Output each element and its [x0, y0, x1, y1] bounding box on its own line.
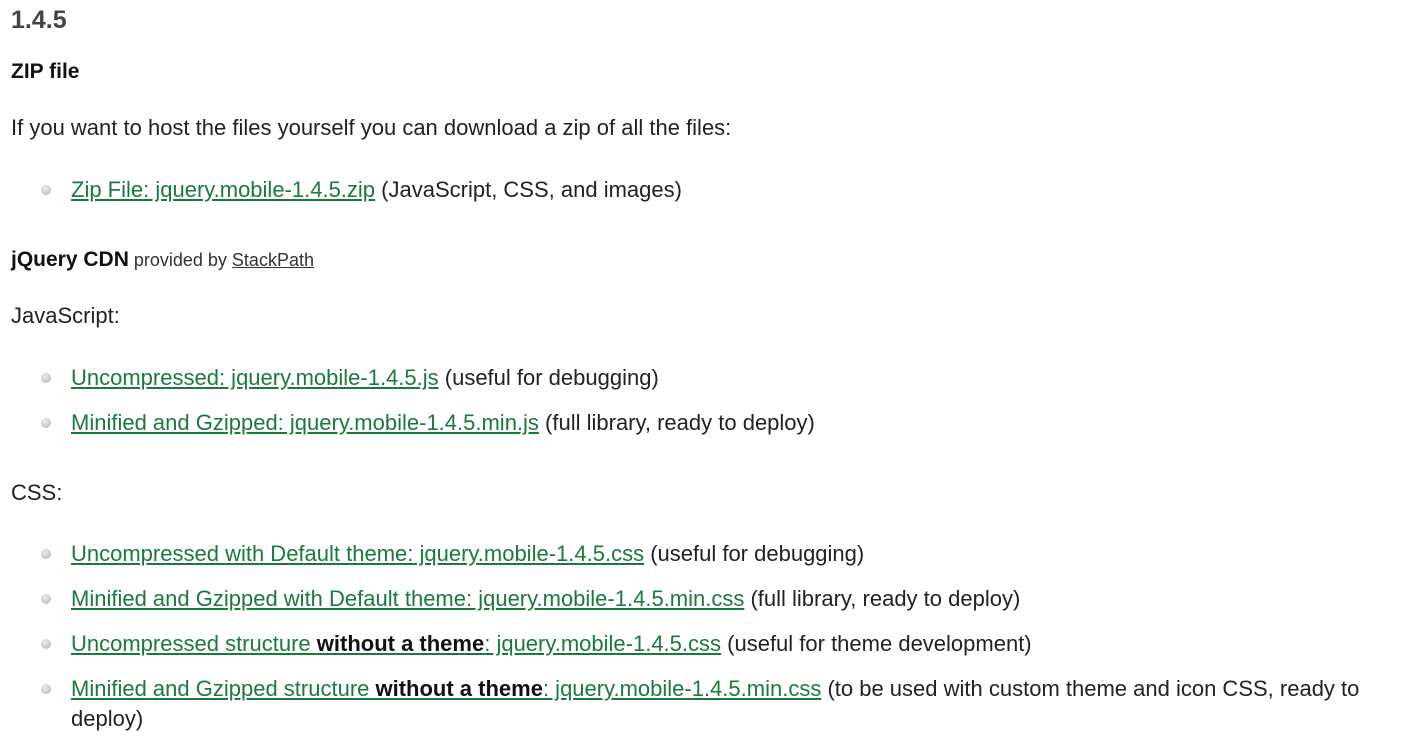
link-text-pre: Uncompressed structure — [71, 631, 317, 656]
css-label: CSS: — [11, 480, 63, 505]
uncompressed-css-link[interactable]: Uncompressed with Default theme: jquery.… — [71, 541, 644, 566]
list-item: Minified and Gzipped: jquery.mobile-1.4.… — [11, 408, 1407, 438]
minified-js-link[interactable]: Minified and Gzipped: jquery.mobile-1.4.… — [71, 410, 539, 435]
zip-file-link[interactable]: Zip File: jquery.mobile-1.4.5.zip — [71, 177, 375, 202]
version-heading: 1.4.5 — [11, 6, 67, 34]
list-item: Zip File: jquery.mobile-1.4.5.zip (JavaS… — [11, 175, 1407, 205]
bullet-icon — [41, 418, 51, 428]
list-item: Minified and Gzipped with Default theme:… — [11, 584, 1407, 614]
bullet-icon — [41, 185, 51, 195]
list-item: Uncompressed: jquery.mobile-1.4.5.js (us… — [11, 363, 1407, 393]
stackpath-link[interactable]: StackPath — [232, 250, 314, 270]
cdn-heading-title: jQuery CDN — [11, 248, 129, 271]
bullet-icon — [41, 594, 51, 604]
zip-file-note: (JavaScript, CSS, and images) — [375, 177, 682, 202]
bullet-icon — [41, 639, 51, 649]
without-theme-emphasis: without a theme — [316, 631, 485, 656]
bullet-icon — [41, 684, 51, 694]
bullet-icon — [41, 373, 51, 383]
list-item: Minified and Gzipped structure without a… — [11, 674, 1407, 734]
uncompressed-structure-css-note: (useful for theme development) — [721, 631, 1032, 656]
bullet-icon — [41, 549, 51, 559]
minified-structure-css-link[interactable]: Minified and Gzipped structure without a… — [71, 676, 821, 701]
zip-heading: ZIP file — [11, 60, 80, 83]
minified-css-link[interactable]: Minified and Gzipped with Default theme:… — [71, 586, 744, 611]
link-text-post: : jquery.mobile-1.4.5.css — [484, 631, 722, 656]
js-list: Uncompressed: jquery.mobile-1.4.5.js (us… — [11, 363, 1407, 453]
minified-css-note: (full library, ready to deploy) — [744, 586, 1021, 611]
link-text-post: : jquery.mobile-1.4.5.min.css — [542, 676, 822, 701]
without-theme-emphasis: without a theme — [375, 676, 543, 701]
css-list: Uncompressed with Default theme: jquery.… — [11, 539, 1407, 749]
zip-intro-text: If you want to host the files yourself y… — [11, 115, 732, 140]
javascript-label: JavaScript: — [11, 303, 120, 328]
uncompressed-structure-css-link[interactable]: Uncompressed structure without a theme: … — [71, 631, 721, 656]
cdn-heading: jQuery CDN provided by StackPath — [11, 246, 314, 274]
uncompressed-js-note: (useful for debugging) — [438, 365, 659, 390]
uncompressed-css-note: (useful for debugging) — [644, 541, 865, 566]
link-text-pre: Minified and Gzipped structure — [71, 676, 376, 701]
provided-by-text: provided by — [128, 250, 232, 270]
minified-js-note: (full library, ready to deploy) — [538, 410, 815, 435]
list-item: Uncompressed structure without a theme: … — [11, 629, 1407, 659]
list-item: Uncompressed with Default theme: jquery.… — [11, 539, 1407, 569]
uncompressed-js-link[interactable]: Uncompressed: jquery.mobile-1.4.5.js — [71, 365, 439, 390]
zip-list: Zip File: jquery.mobile-1.4.5.zip (JavaS… — [11, 175, 1407, 220]
